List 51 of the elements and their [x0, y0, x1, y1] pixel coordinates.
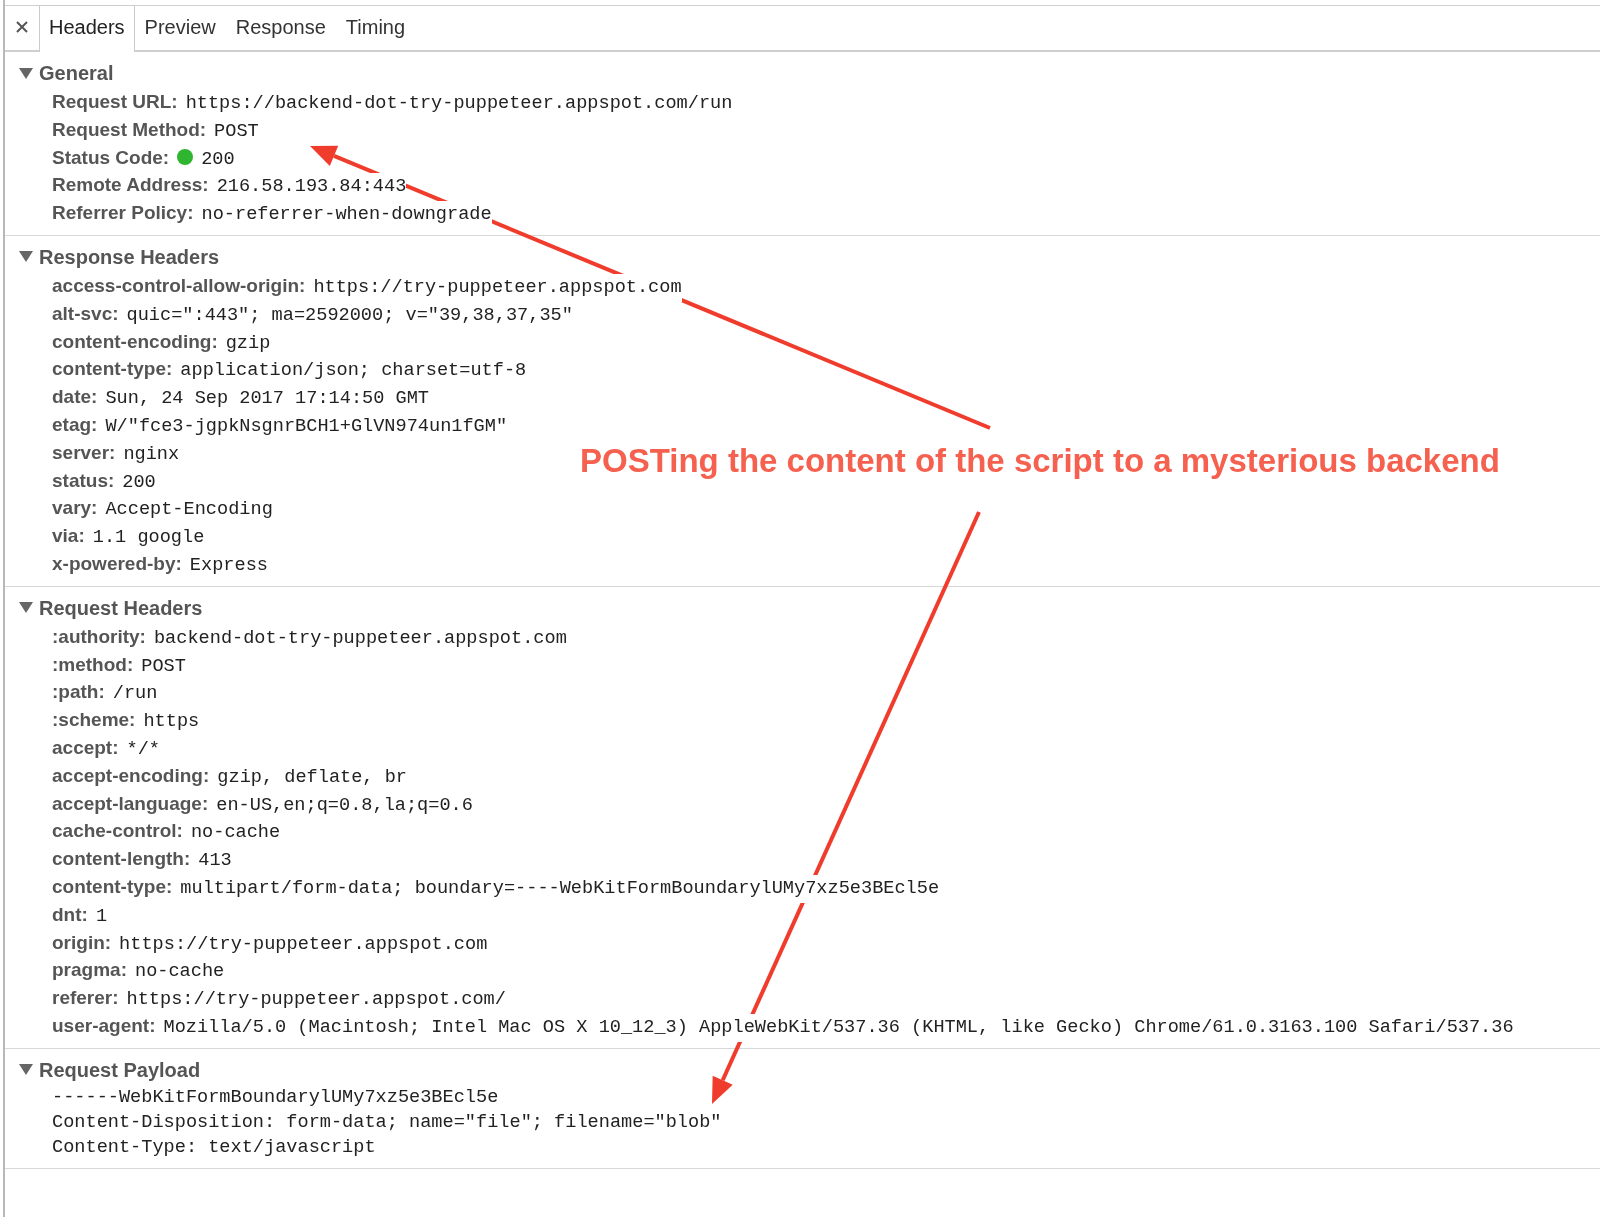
payload-line: ------WebKitFormBoundarylUMy7xz5e3BEcl5e — [51, 1085, 500, 1110]
payload-line: Content-Type: text/javascript — [51, 1135, 377, 1160]
header-name: accept-encoding: — [52, 763, 210, 788]
disclosure-triangle-icon[interactable] — [19, 602, 33, 614]
section-title[interactable]: General — [39, 58, 114, 88]
header-name: :authority: — [52, 624, 146, 649]
annotation-text: POSTing the content of the script to a mysterious backend — [580, 441, 1500, 481]
header-value: multipart/form-data; boundary=----WebKitFormBoundarylUMy7xz5e3BEcl5e — [180, 874, 940, 903]
section-title[interactable]: Request Payload — [39, 1054, 201, 1085]
header-name: status: — [52, 468, 115, 493]
disclosure-triangle-icon[interactable] — [19, 251, 33, 263]
header-name: cache-control: — [52, 819, 183, 844]
section-title[interactable]: Response Headers — [39, 242, 220, 272]
header-name: server: — [52, 440, 116, 465]
header-value: Mozilla/5.0 (Macintosh; Intel Mac OS X 10_12_3) AppleWebKit/537.36 (KHTML, like Gecko) Chrome/61.0.3163.100 Safari/537.36 — [163, 1013, 1514, 1042]
tab[interactable]: Preview — [134, 5, 226, 50]
header-name: content-encoding: — [52, 329, 218, 354]
header-name: content-type: — [52, 874, 173, 899]
header-name: referer: — [52, 986, 119, 1011]
header-name: Referrer Policy: — [52, 201, 194, 226]
header-name: vary: — [52, 496, 98, 521]
disclosure-triangle-icon[interactable] — [19, 1064, 33, 1076]
header-name: dnt: — [52, 902, 88, 927]
header-name: :method: — [52, 652, 134, 677]
disclosure-triangle-icon[interactable] — [19, 67, 33, 79]
tab[interactable]: Headers — [39, 5, 135, 52]
close-icon[interactable] — [15, 20, 29, 34]
header-name: via: — [52, 524, 85, 549]
tab[interactable]: Timing — [335, 5, 416, 50]
header-name: content-type: — [52, 357, 173, 382]
header-name: Request URL: — [52, 90, 178, 114]
header-name: Remote Address: — [52, 173, 209, 198]
header-name: origin: — [52, 930, 112, 955]
payload-line: Content-Disposition: form-data; name="file"; filename="blob" — [51, 1110, 723, 1135]
header-value: https://try-puppeteer.appspot.com — [313, 274, 682, 302]
header-name: Status Code: — [52, 145, 170, 170]
header-name: access-control-allow-origin: — [52, 274, 306, 298]
header-name: pragma: — [52, 958, 127, 983]
header-name: accept: — [52, 735, 119, 760]
header-name: user-agent: — [52, 1013, 156, 1038]
header-name: content-length: — [52, 847, 191, 872]
header-name: accept-language: — [52, 791, 209, 816]
header-name: alt-svc: — [52, 301, 119, 326]
header-name: :path: — [52, 680, 105, 705]
header-name: Request Method: — [52, 117, 207, 142]
section-title[interactable]: Request Headers — [39, 592, 203, 623]
tab[interactable]: Response — [225, 5, 336, 50]
header-name: date: — [52, 385, 98, 410]
header-name: x-powered-by: — [52, 551, 182, 576]
header-name: etag: — [52, 412, 98, 437]
header-name: :scheme: — [52, 708, 136, 733]
